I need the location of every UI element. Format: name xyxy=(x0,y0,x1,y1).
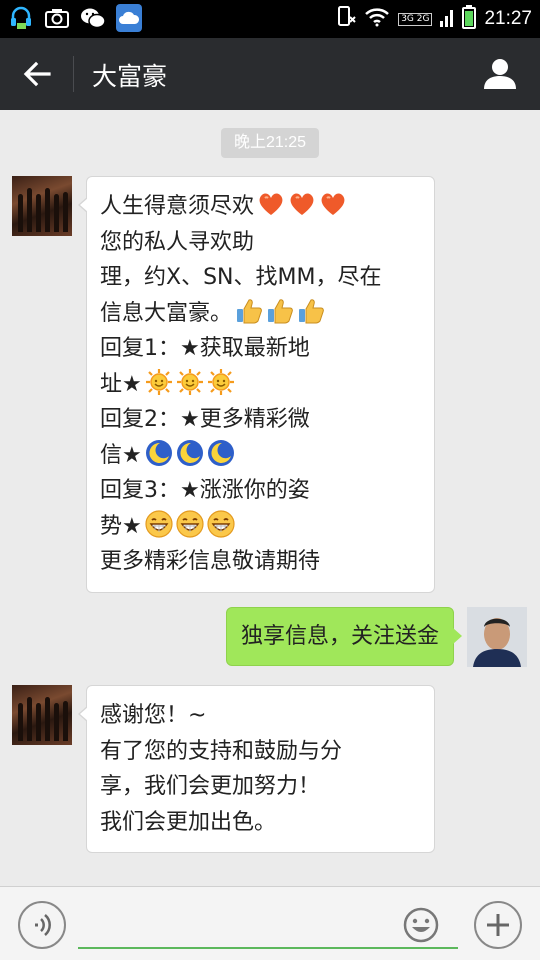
message-text: 理，约X、SN、找MM，尽在 xyxy=(100,265,382,290)
phone-rotate-icon xyxy=(336,5,356,33)
message-bubble[interactable]: 人生得意须尽欢 您的私人寻欢助理，约X、SN、找MM，尽在 信息大富豪。回复1：★获… xyxy=(78,176,435,593)
message-line: 我们会更加出色。 xyxy=(100,805,422,841)
message-line: 回复1：★获取最新地 xyxy=(100,331,422,367)
cloud-icon xyxy=(116,4,142,32)
person-icon xyxy=(484,59,516,89)
sun-icon xyxy=(145,368,173,396)
sun-icon xyxy=(207,368,235,396)
wechat-icon xyxy=(80,4,106,32)
message-text: 址★ xyxy=(100,371,142,397)
title-divider xyxy=(73,56,74,92)
status-right: 3G 2G 21:27 xyxy=(336,4,532,34)
heart-icon xyxy=(257,190,285,218)
message-line: 您的私人寻欢助 xyxy=(100,225,422,261)
message-text: 独享信息，关注送金 xyxy=(240,624,439,649)
network-type: 3G 2G xyxy=(398,12,433,26)
sender-avatar[interactable] xyxy=(12,176,72,236)
notification-icons xyxy=(8,4,142,32)
clock: 21:27 xyxy=(484,8,532,29)
message-input[interactable] xyxy=(78,899,458,949)
thumbs-up-icon xyxy=(235,297,263,325)
moon-icon xyxy=(145,439,173,467)
moon-icon xyxy=(207,439,235,467)
message-line: 回复2：★更多精彩微 xyxy=(100,402,422,438)
message-text: 势★ xyxy=(100,513,142,539)
message-text: 更多精彩信息敬请期待 xyxy=(100,549,321,574)
battery-icon xyxy=(462,5,477,33)
message-timestamp: 晚上21:25 xyxy=(221,128,319,158)
message-line: 理，约X、SN、找MM，尽在 xyxy=(100,260,422,296)
plus-icon xyxy=(487,914,509,936)
sun-icon xyxy=(176,368,204,396)
message-line: 享，我们会更加努力！ xyxy=(100,769,422,805)
grin-icon xyxy=(207,509,235,538)
thumbs-up-icon xyxy=(266,297,294,325)
message-text: 感谢您！~ xyxy=(100,703,207,728)
arrow-left-icon xyxy=(23,61,51,87)
message-text: 享，我们会更加努力！ xyxy=(100,774,321,799)
message-line: 势★ xyxy=(100,509,422,545)
message-line: 回复3：★涨涨你的姿 xyxy=(100,473,422,509)
back-button[interactable] xyxy=(14,52,60,96)
message-text: 人生得意须尽欢 xyxy=(100,194,255,219)
thumbs-up-icon xyxy=(297,297,325,325)
message-text: 有了您的支持和鼓励与分 xyxy=(100,738,343,764)
message-text: 信息大富豪。 xyxy=(100,300,233,326)
status-bar: 3G 2G 21:27 xyxy=(0,0,540,38)
wifi-icon xyxy=(364,7,390,31)
voice-icon xyxy=(35,914,51,936)
heart-icon xyxy=(319,190,347,218)
message-line: 信息大富豪。 xyxy=(100,296,422,332)
more-button[interactable] xyxy=(474,901,522,949)
message-text: 您的私人寻欢助 xyxy=(100,229,255,255)
message-line: 更多精彩信息敬请期待 xyxy=(100,544,422,580)
grin-icon xyxy=(145,509,173,538)
chat-area[interactable]: 晚上21:25 人生得意须尽欢 您的私人寻欢助理，约X、SN、找MM，尽在 信息大富… xyxy=(0,110,540,886)
chat-info-button[interactable] xyxy=(480,54,520,94)
camera-icon xyxy=(44,4,70,32)
sender-avatar[interactable] xyxy=(12,685,72,745)
message-text: 回复1：★获取最新地 xyxy=(100,336,310,361)
message-text: 回复2：★更多精彩微 xyxy=(100,407,310,432)
smiley-icon xyxy=(403,907,439,943)
voice-button[interactable] xyxy=(18,901,66,949)
emoji-button[interactable] xyxy=(403,907,439,943)
message-line: 信★ xyxy=(100,438,422,474)
heart-icon xyxy=(288,190,316,218)
message-line: 感谢您！~ xyxy=(100,698,422,734)
message-bubble[interactable]: 感谢您！~ 有了您的支持和鼓励与分 享，我们会更加努力！ 我们会更加出色。 xyxy=(78,685,435,853)
outgoing-message-bubble[interactable]: 独享信息，关注送金 xyxy=(225,607,463,666)
message-line: 人生得意须尽欢 xyxy=(100,189,422,225)
signal-icon xyxy=(440,7,454,31)
message-line: 有了您的支持和鼓励与分 xyxy=(100,734,422,770)
message-text: 信★ xyxy=(100,442,142,468)
message-text: 我们会更加出色。 xyxy=(100,809,277,835)
moon-icon xyxy=(176,439,204,467)
title-bar: 大富豪 xyxy=(0,38,540,110)
input-bar xyxy=(0,886,540,960)
chat-title: 大富豪 xyxy=(92,62,168,91)
message-text: 回复3：★涨涨你的姿 xyxy=(100,478,310,503)
user-avatar[interactable] xyxy=(467,607,527,667)
headset-icon xyxy=(8,4,34,32)
grin-icon xyxy=(176,509,204,538)
message-line: 址★ xyxy=(100,367,422,403)
